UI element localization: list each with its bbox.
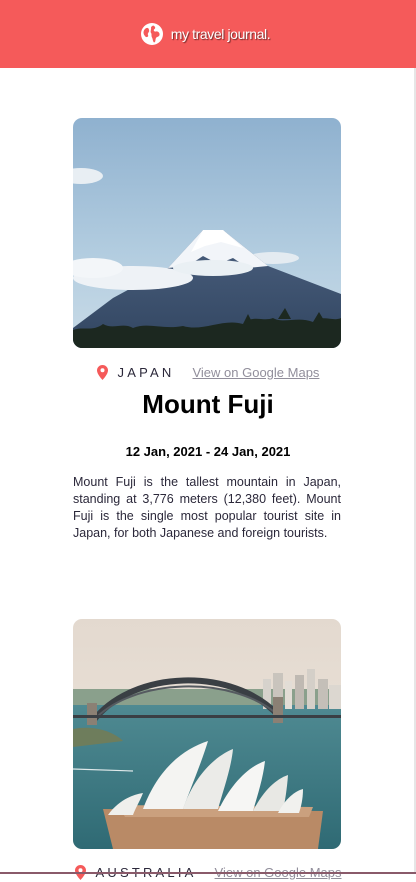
globe-icon <box>140 23 163 45</box>
entry-title: Mount Fuji <box>142 389 274 419</box>
google-maps-link[interactable]: View on Google Maps <box>192 365 319 380</box>
entry-description: Mount Fuji is the tallest mountain in Ja… <box>73 475 341 540</box>
entry-photo-mount-fuji <box>73 118 341 348</box>
entry-dates: 12 Jan, 2021 - 24 Jan, 2021 <box>125 444 291 459</box>
header-brand: my travel journal. <box>140 22 271 46</box>
entry-photo-sydney <box>73 619 341 849</box>
entry-country: JAPAN <box>117 364 175 380</box>
location-pin-icon <box>96 364 108 380</box>
app-title: my travel journal. <box>170 26 271 42</box>
entry-location-row: JAPAN View on Google Maps <box>0 362 416 382</box>
app-header: my travel journal. <box>0 0 416 68</box>
